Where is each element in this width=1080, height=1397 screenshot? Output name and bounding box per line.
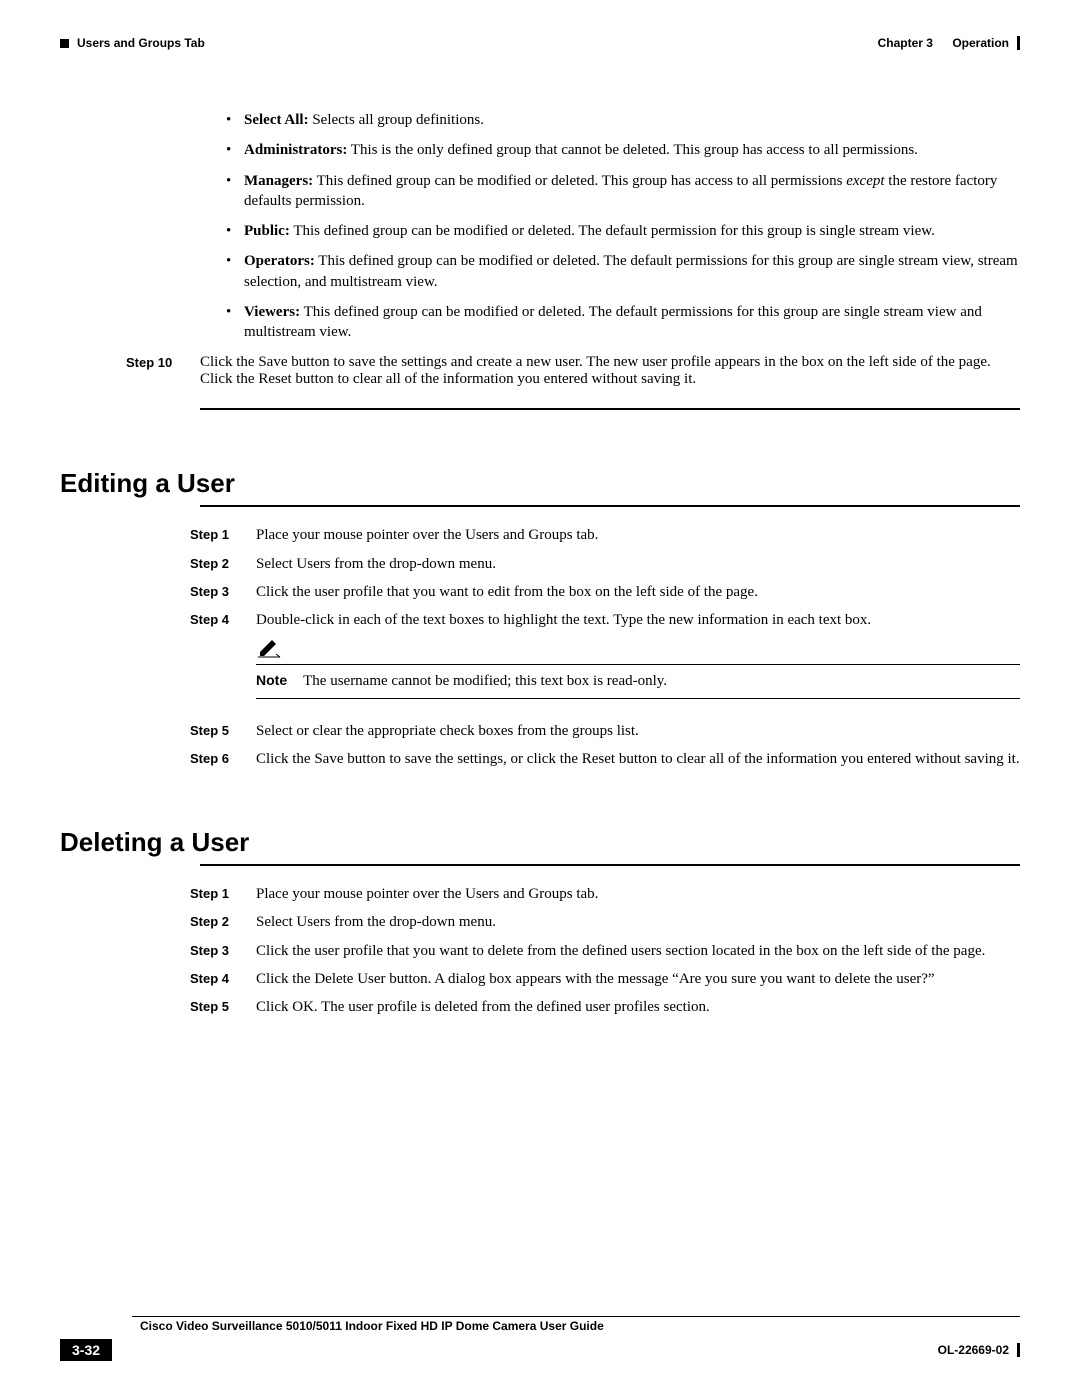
step-body: Select Users from the drop-down menu. xyxy=(256,912,1020,932)
desc-em: except xyxy=(846,173,884,189)
term: Viewers: xyxy=(244,304,300,320)
doc-id: OL-22669-02 xyxy=(938,1343,1020,1357)
step-row: Step 2 Select Users from the drop-down m… xyxy=(190,554,1020,574)
step-body: Double-click in each of the text boxes t… xyxy=(256,610,1020,713)
heading-editing-user: Editing a User xyxy=(60,468,1020,499)
step-body: Click the Save button to save the settin… xyxy=(200,354,1020,388)
list-item: Managers: This defined group can be modi… xyxy=(226,171,1020,212)
step-label: Step 2 xyxy=(190,554,256,573)
step-label: Step 3 xyxy=(190,941,256,960)
step-label: Step 4 xyxy=(190,610,256,629)
step-label: Step 5 xyxy=(190,997,256,1016)
footer-guide-title: Cisco Video Surveillance 5010/5011 Indoo… xyxy=(140,1319,1020,1333)
step-body: Click the user profile that you want to … xyxy=(256,582,1020,602)
step-body: Place your mouse pointer over the Users … xyxy=(256,884,1020,904)
step-label: Step 3 xyxy=(190,582,256,601)
step-row: Step 6 Click the Save button to save the… xyxy=(190,749,1020,769)
step-body: Click the Delete User button. A dialog b… xyxy=(256,969,1020,989)
page-header: Users and Groups Tab Chapter 3 Operation xyxy=(60,36,1020,50)
list-item: Administrators: This is the only defined… xyxy=(226,140,1020,160)
header-right: Chapter 3 Operation xyxy=(878,36,1020,50)
header-section-label: Users and Groups Tab xyxy=(77,36,205,50)
term: Managers: xyxy=(244,173,313,189)
step-body: Click OK. The user profile is deleted fr… xyxy=(256,997,1020,1017)
header-chapter-title: Operation xyxy=(952,36,1009,50)
step-row: Step 3 Click the user profile that you w… xyxy=(190,582,1020,602)
step-label: Step 5 xyxy=(190,721,256,740)
desc: This defined group can be modified or de… xyxy=(290,223,935,239)
step-row: Step 1 Place your mouse pointer over the… xyxy=(190,884,1020,904)
header-chapter: Chapter 3 xyxy=(878,36,933,50)
main-content: Select All: Selects all group definition… xyxy=(60,110,1020,410)
footer-row: 3-32 OL-22669-02 xyxy=(60,1339,1020,1361)
step-label: Step 10 xyxy=(126,354,200,388)
step-label: Step 1 xyxy=(190,884,256,903)
step-label: Step 1 xyxy=(190,525,256,544)
step-body: Click the user profile that you want to … xyxy=(256,941,1020,961)
section-divider xyxy=(200,505,1020,507)
term: Select All: xyxy=(244,112,309,128)
step-label: Step 6 xyxy=(190,749,256,768)
vertical-bar-icon xyxy=(1017,1343,1020,1357)
term: Operators: xyxy=(244,253,315,269)
deleting-steps: Step 1 Place your mouse pointer over the… xyxy=(60,884,1020,1017)
step-label: Step 2 xyxy=(190,912,256,931)
square-bullet-icon xyxy=(60,39,69,48)
step-row: Step 5 Click OK. The user profile is del… xyxy=(190,997,1020,1017)
step-label: Step 4 xyxy=(190,969,256,988)
step-row: Step 4 Click the Delete User button. A d… xyxy=(190,969,1020,989)
term: Administrators: xyxy=(244,142,347,158)
editing-steps: Step 1 Place your mouse pointer over the… xyxy=(60,525,1020,769)
list-item: Select All: Selects all group definition… xyxy=(226,110,1020,130)
section-divider xyxy=(200,864,1020,866)
note-box: Note The username cannot be modified; th… xyxy=(256,636,1020,698)
step-row: Step 10 Click the Save button to save th… xyxy=(126,354,1020,388)
group-definitions-list: Select All: Selects all group definition… xyxy=(226,110,1020,342)
list-item: Operators: This defined group can be mod… xyxy=(226,251,1020,292)
page-number-badge: 3-32 xyxy=(60,1339,112,1361)
header-left: Users and Groups Tab xyxy=(60,36,205,50)
step-body: Place your mouse pointer over the Users … xyxy=(256,525,1020,545)
step-row: Step 4 Double-click in each of the text … xyxy=(190,610,1020,713)
note-row: Note The username cannot be modified; th… xyxy=(256,664,1020,698)
step-row: Step 3 Click the user profile that you w… xyxy=(190,941,1020,961)
vertical-bar-icon xyxy=(1017,36,1020,50)
step-text: Double-click in each of the text boxes t… xyxy=(256,610,1020,630)
heading-deleting-user: Deleting a User xyxy=(60,827,1020,858)
step-body: Click the Save button to save the settin… xyxy=(256,749,1020,769)
list-item: Viewers: This defined group can be modif… xyxy=(226,302,1020,343)
desc: This defined group can be modified or de… xyxy=(244,304,982,340)
step-body: Select or clear the appropriate check bo… xyxy=(256,721,1020,741)
step-body: Select Users from the drop-down menu. xyxy=(256,554,1020,574)
section-divider xyxy=(200,408,1020,410)
pencil-icon xyxy=(256,636,1020,662)
list-item: Public: This defined group can be modifi… xyxy=(226,221,1020,241)
footer-divider xyxy=(132,1316,1020,1317)
step-row: Step 2 Select Users from the drop-down m… xyxy=(190,912,1020,932)
note-text: The username cannot be modified; this te… xyxy=(303,671,667,691)
page-footer: Cisco Video Surveillance 5010/5011 Indoo… xyxy=(60,1316,1020,1361)
desc: This defined group can be modified or de… xyxy=(244,253,1018,289)
step-row: Step 1 Place your mouse pointer over the… xyxy=(190,525,1020,545)
note-label: Note xyxy=(256,671,287,691)
desc: This is the only defined group that cann… xyxy=(347,142,918,158)
desc: Selects all group definitions. xyxy=(309,112,484,128)
doc-id-text: OL-22669-02 xyxy=(938,1343,1009,1357)
desc-pre: This defined group can be modified or de… xyxy=(313,173,846,189)
step-row: Step 5 Select or clear the appropriate c… xyxy=(190,721,1020,741)
term: Public: xyxy=(244,223,290,239)
